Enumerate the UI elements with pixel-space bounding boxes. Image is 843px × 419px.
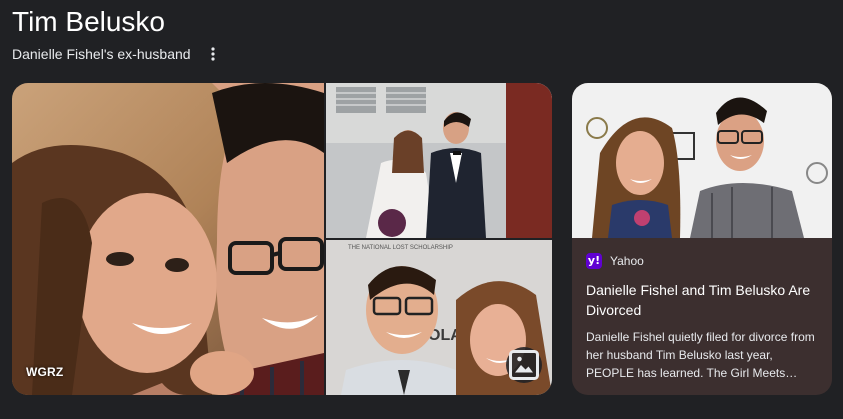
image-icon	[509, 350, 539, 380]
knowledge-panel: Tim Belusko Danielle Fishel's ex-husband	[0, 0, 843, 419]
article-thumbnail	[572, 83, 832, 238]
article-snippet: Danielle Fishel quietly filed for divorc…	[586, 330, 815, 380]
couple-selfie-photo	[12, 83, 324, 395]
main-image-tile[interactable]: WGRZ	[12, 83, 324, 395]
yahoo-logo-icon: y!	[586, 253, 602, 269]
image-grid: WGRZ THE NATIONAL LOST SCHOLARSHIP OLA	[12, 83, 552, 395]
page-title: Tim Belusko	[12, 6, 166, 37]
event-image-tile[interactable]: THE NATIONAL LOST SCHOLARSHIP OLA	[326, 240, 552, 395]
publisher-name: Yahoo	[610, 254, 644, 268]
more-vert-icon	[210, 47, 215, 61]
view-images-button[interactable]	[506, 347, 542, 383]
article-card-body: y! Yahoo Danielle Fishel and Tim Belusko…	[572, 252, 832, 382]
wedding-image-tile[interactable]	[326, 83, 552, 238]
entity-subtitle: Danielle Fishel's ex-husband	[12, 46, 191, 62]
wedding-photo	[326, 83, 552, 238]
image-source-label: WGRZ	[26, 365, 64, 379]
publisher-row: y! Yahoo	[586, 252, 818, 270]
subtitle-row: Danielle Fishel's ex-husband	[12, 44, 221, 64]
article-card[interactable]: y! Yahoo Danielle Fishel and Tim Belusko…	[572, 83, 832, 395]
event-backdrop-text: THE NATIONAL LOST SCHOLARSHIP	[348, 245, 453, 251]
more-options-button[interactable]	[205, 44, 221, 64]
article-headline[interactable]: Danielle Fishel and Tim Belusko Are Divo…	[586, 280, 818, 320]
